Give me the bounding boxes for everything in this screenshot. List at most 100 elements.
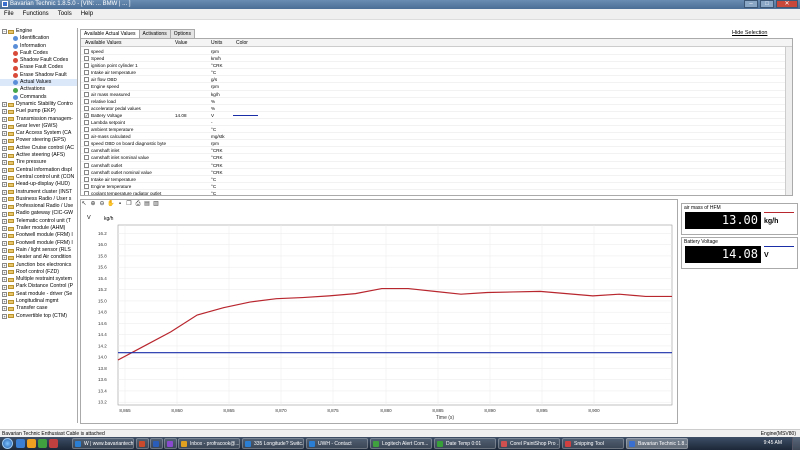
tree-node-module[interactable]: + Instrument cluster (INST (0, 189, 77, 196)
hide-selection-link[interactable]: Hide Selection (732, 30, 767, 36)
tree-node-module[interactable]: + Footwell module (FRM) I (0, 240, 77, 247)
expand-icon[interactable]: + (2, 277, 7, 283)
row-checkbox[interactable] (84, 49, 89, 54)
tab-options[interactable]: Options (169, 29, 195, 38)
row-checkbox[interactable] (84, 183, 89, 189)
tree-node-module[interactable]: + Roof control (FZD) (0, 269, 77, 276)
close-icon[interactable]: ✕ (776, 0, 798, 8)
quick-launch-icon[interactable] (49, 439, 58, 448)
expand-icon[interactable]: + (2, 167, 7, 173)
tab-activations[interactable]: Activations (138, 29, 171, 38)
header-color[interactable]: Color (236, 39, 248, 47)
tree-node-module[interactable]: + Telematic control unit (T (0, 218, 77, 225)
tree-node-module[interactable]: + Convertible top (CTM) (0, 313, 77, 320)
table-row[interactable]: coolant temperature radiator outlet °C (81, 190, 792, 195)
expand-icon[interactable]: + (2, 175, 7, 181)
row-checkbox[interactable] (84, 84, 89, 90)
taskbar-button[interactable]: W | www.bavariantechni... (72, 438, 134, 449)
taskbar-button[interactable]: Bavarian Technic 1.8... (626, 438, 688, 449)
table-row[interactable]: camshaft inlet °CRK (81, 147, 792, 155)
table-row[interactable]: ✓ Battery Voltage 14.08 V (81, 112, 792, 119)
header-available-values[interactable]: Available Values (85, 39, 122, 47)
table-row[interactable]: air mass measured kg/h (81, 91, 792, 98)
tree-item-shadow-fault-codes[interactable]: Shadow Fault Codes (0, 57, 77, 64)
expand-icon[interactable]: + (2, 138, 7, 144)
taskbar-button[interactable]: Corel PaintShop Pro ... (498, 438, 560, 449)
tree-item-information[interactable]: Information (0, 43, 77, 50)
tree-node-module[interactable]: + Tire pressure (0, 159, 77, 166)
taskbar-button[interactable]: 335 Longitude? Switc... (242, 438, 304, 449)
tree-node-module[interactable]: + Footwell module (FRM) I (0, 232, 77, 239)
show-desktop-button[interactable] (792, 437, 800, 450)
taskbar-button[interactable]: UWH - Contact (306, 438, 368, 449)
expand-icon[interactable]: + (2, 233, 7, 239)
table-row[interactable]: Engine temperature °C (81, 183, 792, 190)
table-row[interactable]: ignition point cylinder 1 °CRK (81, 62, 792, 70)
tree-node-module[interactable]: + Fuel pump (EKP) (0, 108, 77, 115)
table-row[interactable]: Engine speed rpm (81, 83, 792, 91)
tree-node-module[interactable]: + Heater and Air condition (0, 254, 77, 261)
taskbar-button[interactable] (150, 438, 163, 449)
taskbar-button[interactable]: Logitech Alert Com... (370, 438, 432, 449)
row-checkbox[interactable] (84, 148, 89, 154)
expand-icon[interactable]: + (2, 240, 7, 246)
tree-node-module[interactable]: + Central information displ (0, 167, 77, 174)
tree-node-module[interactable]: + Central control unit (CON (0, 174, 77, 181)
expand-icon[interactable]: + (2, 306, 7, 312)
expand-icon[interactable]: + (2, 284, 7, 290)
tree-node-module[interactable]: + Longitudinal mgmt (0, 298, 77, 305)
tree-node-module[interactable]: + Active Cruise control (AC (0, 145, 77, 152)
row-checkbox[interactable] (84, 127, 89, 133)
row-checkbox[interactable] (84, 70, 89, 76)
tree-node-module[interactable]: + Active steering (AFS) (0, 152, 77, 159)
tree-node-module[interactable]: + Car Access System (CA (0, 130, 77, 137)
taskbar-button[interactable]: Snipping Tool (562, 438, 624, 449)
table-row[interactable]: camshaft outlet °CRK (81, 162, 792, 169)
table-row[interactable]: accelerator pedal values% (81, 105, 792, 112)
quick-launch-icon[interactable] (16, 439, 25, 448)
row-checkbox[interactable] (84, 119, 89, 125)
menu-functions[interactable]: Functions (23, 9, 49, 19)
table-row[interactable]: relative load% (81, 98, 792, 105)
expand-icon[interactable]: + (2, 131, 7, 137)
table-row[interactable]: Intake air temperature °C (81, 176, 792, 183)
expand-icon[interactable]: + (2, 109, 7, 115)
expand-icon[interactable]: + (2, 196, 7, 202)
tree-item-actual-values[interactable]: Actual Values (0, 79, 77, 87)
expand-icon[interactable]: + (2, 299, 7, 305)
tree-node-module[interactable]: + Multiple restraint system (0, 276, 77, 283)
row-checkbox[interactable] (84, 141, 89, 147)
tree-node-engine[interactable]: − Engine (0, 28, 77, 35)
row-checkbox[interactable] (84, 91, 89, 97)
start-button[interactable] (2, 438, 13, 449)
expand-icon[interactable]: + (2, 226, 7, 232)
row-checkbox[interactable]: ✓ (84, 112, 89, 118)
tree-item-fault-codes[interactable]: Fault Codes (0, 50, 77, 57)
row-checkbox[interactable] (84, 98, 89, 104)
expand-icon[interactable]: + (2, 116, 7, 122)
tree-item-identification[interactable]: Identification (0, 35, 77, 42)
taskbar-button[interactable] (164, 438, 177, 449)
tree-item-activations[interactable]: Activations (0, 86, 77, 93)
expand-icon[interactable]: + (2, 211, 7, 217)
row-checkbox[interactable] (84, 176, 89, 182)
expand-icon[interactable]: + (2, 291, 7, 297)
table-row[interactable]: Intake air temperature °C (81, 69, 792, 77)
tree-item-commands[interactable]: Commands (0, 94, 77, 101)
row-color-swatch[interactable] (233, 114, 258, 116)
row-checkbox[interactable] (84, 155, 89, 161)
table-row[interactable]: Speed km/h (81, 55, 792, 63)
row-checkbox[interactable] (84, 56, 89, 62)
row-checkbox[interactable] (84, 169, 89, 175)
table-row[interactable]: air-mass calculated mg/stk (81, 133, 792, 141)
expand-icon[interactable]: + (2, 248, 7, 254)
table-row[interactable]: air flow OBD g/s (81, 76, 792, 84)
tree-node-module[interactable]: + Rain / light sensor (RLS (0, 247, 77, 254)
row-checkbox[interactable] (84, 63, 89, 69)
tree-node-module[interactable]: + Head-up-display (HUD) (0, 181, 77, 188)
tree-node-module[interactable]: + Park Distance Control (P (0, 283, 77, 290)
tree-node-module[interactable]: + Trailer module (AHM) (0, 225, 77, 232)
tree-node-module[interactable]: + Professional Radio / Use (0, 203, 77, 210)
expand-icon[interactable]: + (2, 204, 7, 210)
tree-node-module[interactable]: + Gear lever (GWS) (0, 123, 77, 130)
